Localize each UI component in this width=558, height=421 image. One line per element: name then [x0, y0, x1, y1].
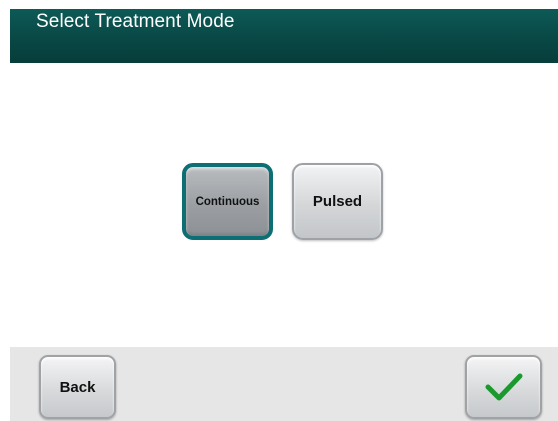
- page-title: Select Treatment Mode: [36, 11, 235, 32]
- continuous-mode-button[interactable]: Continuous: [182, 163, 273, 240]
- back-button[interactable]: Back: [39, 355, 116, 419]
- header-bar: Select Treatment Mode: [10, 9, 558, 63]
- confirm-button[interactable]: [465, 355, 542, 419]
- checkmark-icon: [485, 373, 522, 401]
- pulsed-mode-button[interactable]: Pulsed: [292, 163, 383, 240]
- footer-bar: Back: [10, 347, 558, 421]
- treatment-mode-screen: Select Treatment Mode Continuous Pulsed …: [0, 0, 558, 421]
